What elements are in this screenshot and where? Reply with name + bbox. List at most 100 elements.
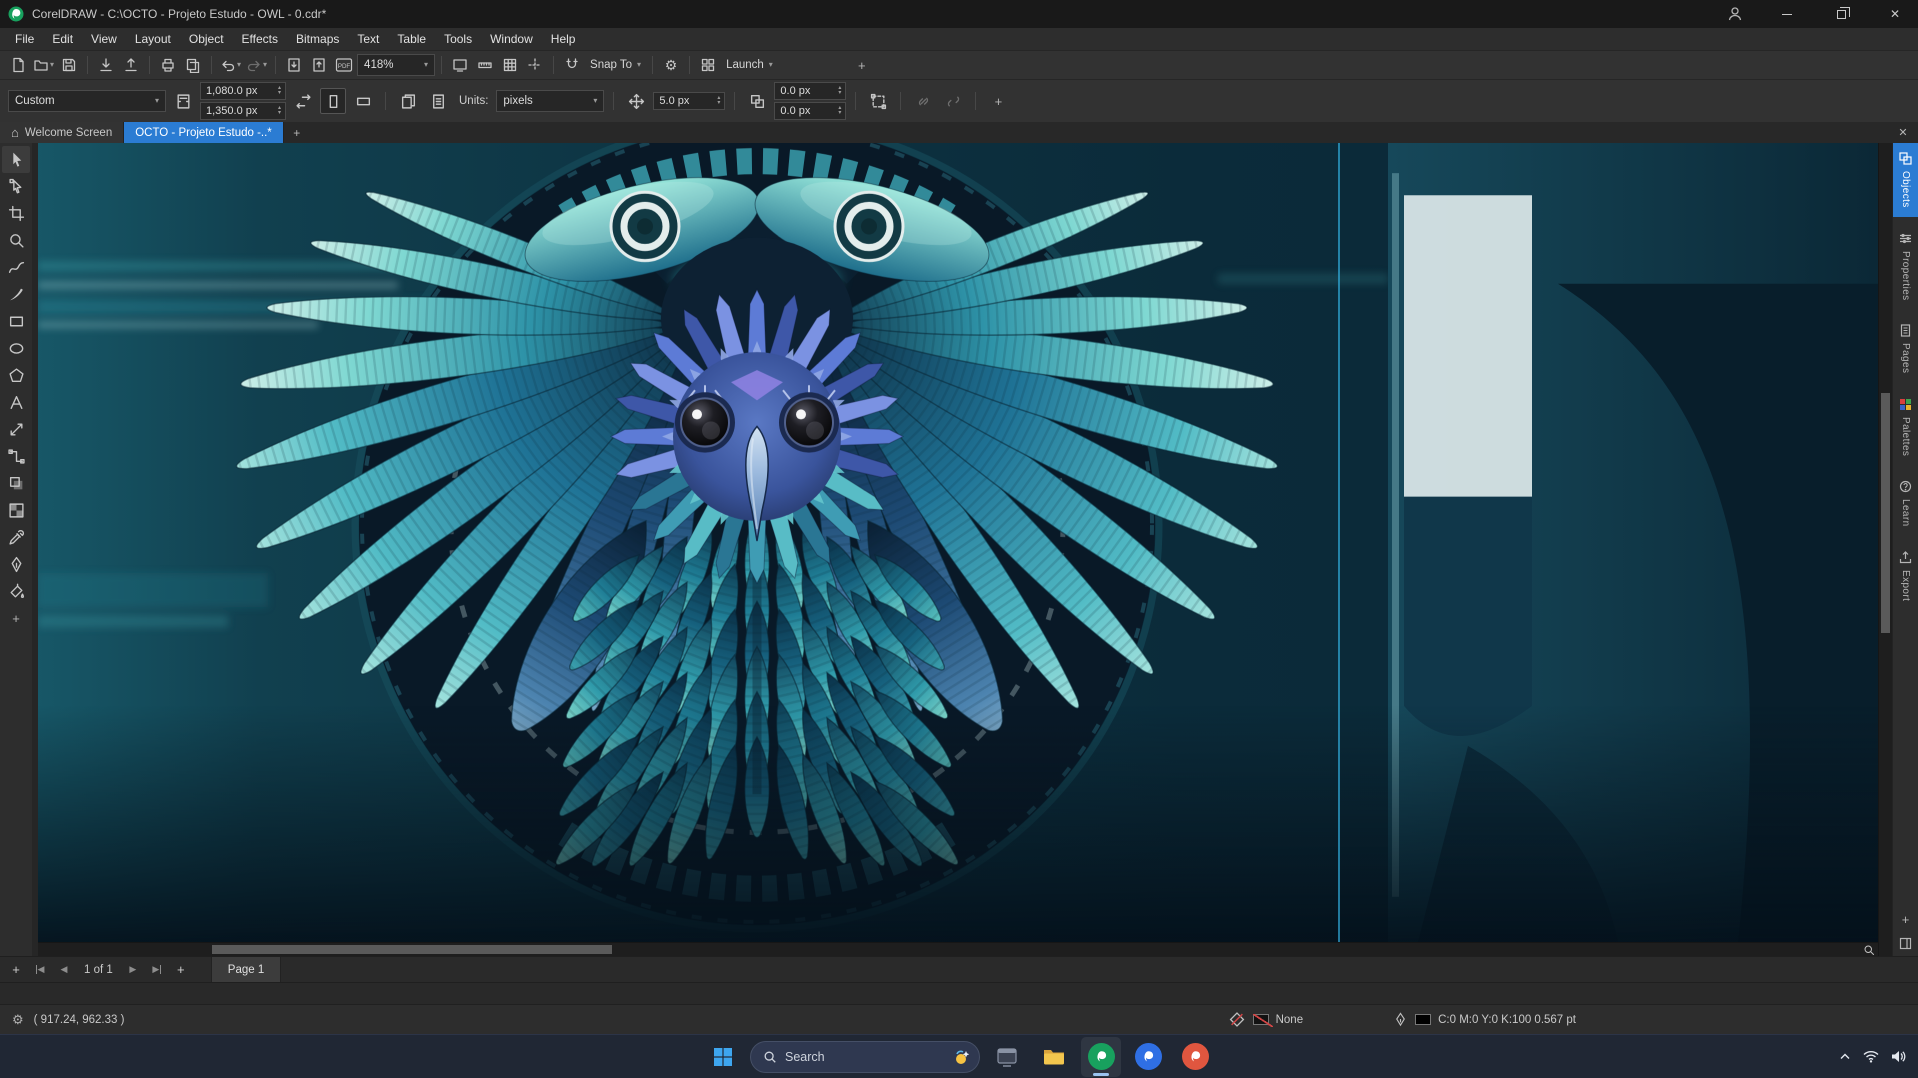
crop-tool[interactable]	[2, 200, 30, 227]
minimize-button[interactable]	[1764, 0, 1810, 28]
print-button[interactable]	[156, 53, 180, 77]
volume-icon[interactable]	[1891, 1050, 1906, 1063]
status-settings-gear-icon[interactable]: ⚙	[12, 1012, 24, 1028]
units-combo[interactable]: pixels▾	[496, 90, 604, 112]
freehand-tool[interactable]	[2, 254, 30, 281]
snap-icon[interactable]	[560, 53, 584, 77]
export-button[interactable]	[119, 53, 143, 77]
menu-file[interactable]: File	[6, 29, 43, 49]
page-width-field[interactable]: 1,080.0 px▴▾	[200, 82, 286, 100]
hscroll-thumb[interactable]	[212, 945, 612, 954]
copy-button[interactable]	[181, 53, 205, 77]
add-page-after-button[interactable]: +	[173, 961, 189, 979]
add-tool-button[interactable]: +	[2, 605, 30, 632]
publish-pdf-button[interactable]: PDF	[332, 53, 356, 77]
menu-view[interactable]: View	[82, 29, 126, 49]
vscroll-thumb[interactable]	[1881, 393, 1890, 633]
import-button[interactable]	[94, 53, 118, 77]
next-page-button[interactable]: ▶	[125, 961, 141, 979]
fullscreen-preview-button[interactable]	[448, 53, 472, 77]
show-grid-button[interactable]	[498, 53, 522, 77]
hidden-icons-chevron-icon[interactable]	[1839, 1051, 1851, 1063]
all-pages-button[interactable]	[395, 88, 421, 114]
undo-button[interactable]: ▾	[218, 53, 243, 77]
text-tool[interactable]	[2, 389, 30, 416]
menu-bitmaps[interactable]: Bitmaps	[287, 29, 348, 49]
save-button[interactable]	[57, 53, 81, 77]
scale-dimensions-button[interactable]	[290, 88, 316, 114]
close-button[interactable]: ✕	[1872, 0, 1918, 28]
page-height-field[interactable]: 1,350.0 px▴▾	[200, 102, 286, 120]
current-page-button[interactable]	[425, 88, 451, 114]
tab-active-document[interactable]: OCTO - Projeto Estudo -..*	[124, 122, 284, 143]
connector-tool[interactable]	[2, 443, 30, 470]
vertical-scrollbar[interactable]	[1878, 143, 1892, 956]
duplicate-y-field[interactable]: 0.0 px▴▾	[774, 102, 846, 120]
menu-edit[interactable]: Edit	[43, 29, 82, 49]
menu-window[interactable]: Window	[481, 29, 542, 49]
first-page-button[interactable]: ◀	[32, 961, 48, 979]
polygon-tool[interactable]	[2, 362, 30, 389]
duplicate-x-field[interactable]: 0.0 px▴▾	[774, 82, 846, 100]
drawing-canvas[interactable]	[38, 143, 1878, 942]
docker-tab-learn[interactable]: Learn	[1893, 471, 1918, 536]
docker-tab-palettes[interactable]: Palettes	[1893, 389, 1918, 465]
portrait-button[interactable]	[320, 88, 346, 114]
launcher-icon[interactable]	[696, 53, 720, 77]
menu-layout[interactable]: Layout	[126, 29, 180, 49]
import-document-button[interactable]	[282, 53, 306, 77]
menu-effects[interactable]: Effects	[233, 29, 287, 49]
docker-tab-properties[interactable]: Properties	[1893, 223, 1918, 310]
zoom-level-combo[interactable]: 418%▾	[357, 54, 435, 76]
keep-ratio-lock-button[interactable]	[910, 88, 936, 114]
redo-button[interactable]: ▾	[244, 53, 269, 77]
eyedropper-tool[interactable]	[2, 524, 30, 551]
landscape-button[interactable]	[350, 88, 376, 114]
app-window-icon[interactable]	[987, 1037, 1027, 1077]
horizontal-scrollbar[interactable]	[38, 942, 1878, 956]
docker-tab-pages[interactable]: Pages	[1893, 315, 1918, 382]
quick-zoom-button[interactable]	[1860, 943, 1878, 956]
file-explorer-icon[interactable]	[1034, 1037, 1074, 1077]
wifi-icon[interactable]	[1863, 1050, 1879, 1063]
collapse-dockers-icon[interactable]	[1899, 937, 1912, 950]
artistic-media-tool[interactable]	[2, 281, 30, 308]
menu-help[interactable]: Help	[542, 29, 585, 49]
zoom-tool[interactable]	[2, 227, 30, 254]
previous-page-button[interactable]: ◀	[56, 961, 72, 979]
coreldraw-taskbar-icon[interactable]	[1081, 1037, 1121, 1077]
new-document-tab-button[interactable]: +	[284, 122, 310, 143]
duplicate-x-stepper[interactable]: ▴▾	[837, 86, 842, 96]
restore-button[interactable]	[1818, 0, 1864, 28]
rectangle-tool[interactable]	[2, 308, 30, 335]
docker-tab-export[interactable]: Export	[1893, 542, 1918, 610]
menu-tools[interactable]: Tools	[435, 29, 481, 49]
drop-shadow-tool[interactable]	[2, 470, 30, 497]
page-preset-combo[interactable]: Custom▾	[8, 90, 166, 112]
nudge-distance-field[interactable]: 5.0 px▴▾	[653, 92, 725, 110]
add-docker-button[interactable]: +	[1902, 912, 1910, 927]
options-gear-button[interactable]: ⚙	[659, 53, 683, 77]
ellipse-tool[interactable]	[2, 335, 30, 362]
interactive-fill-tool[interactable]	[2, 578, 30, 605]
add-property-button[interactable]: +	[985, 88, 1011, 114]
page-height-stepper[interactable]: ▴▾	[277, 106, 282, 116]
duplicate-y-stepper[interactable]: ▴▾	[837, 106, 842, 116]
photo-paint-icon[interactable]	[1128, 1037, 1168, 1077]
open-button[interactable]: ▾	[31, 53, 56, 77]
menu-text[interactable]: Text	[348, 29, 388, 49]
last-page-button[interactable]: ▶	[149, 961, 165, 979]
snap-to-dropdown[interactable]: Snap To▾	[585, 53, 646, 77]
unlock-ratio-button[interactable]	[940, 88, 966, 114]
page-width-stepper[interactable]: ▴▾	[277, 86, 282, 96]
taskbar-search[interactable]: Search	[750, 1041, 980, 1073]
dimension-tool[interactable]	[2, 416, 30, 443]
pick-tool[interactable]	[2, 146, 30, 173]
show-guidelines-button[interactable]	[523, 53, 547, 77]
launch-dropdown[interactable]: Launch▾	[721, 53, 778, 77]
menu-object[interactable]: Object	[180, 29, 233, 49]
add-toolbar-button[interactable]: +	[850, 53, 874, 77]
nudge-stepper[interactable]: ▴▾	[716, 96, 721, 106]
docker-tab-objects[interactable]: Objects	[1893, 143, 1918, 217]
outline-pen-tool[interactable]	[2, 551, 30, 578]
